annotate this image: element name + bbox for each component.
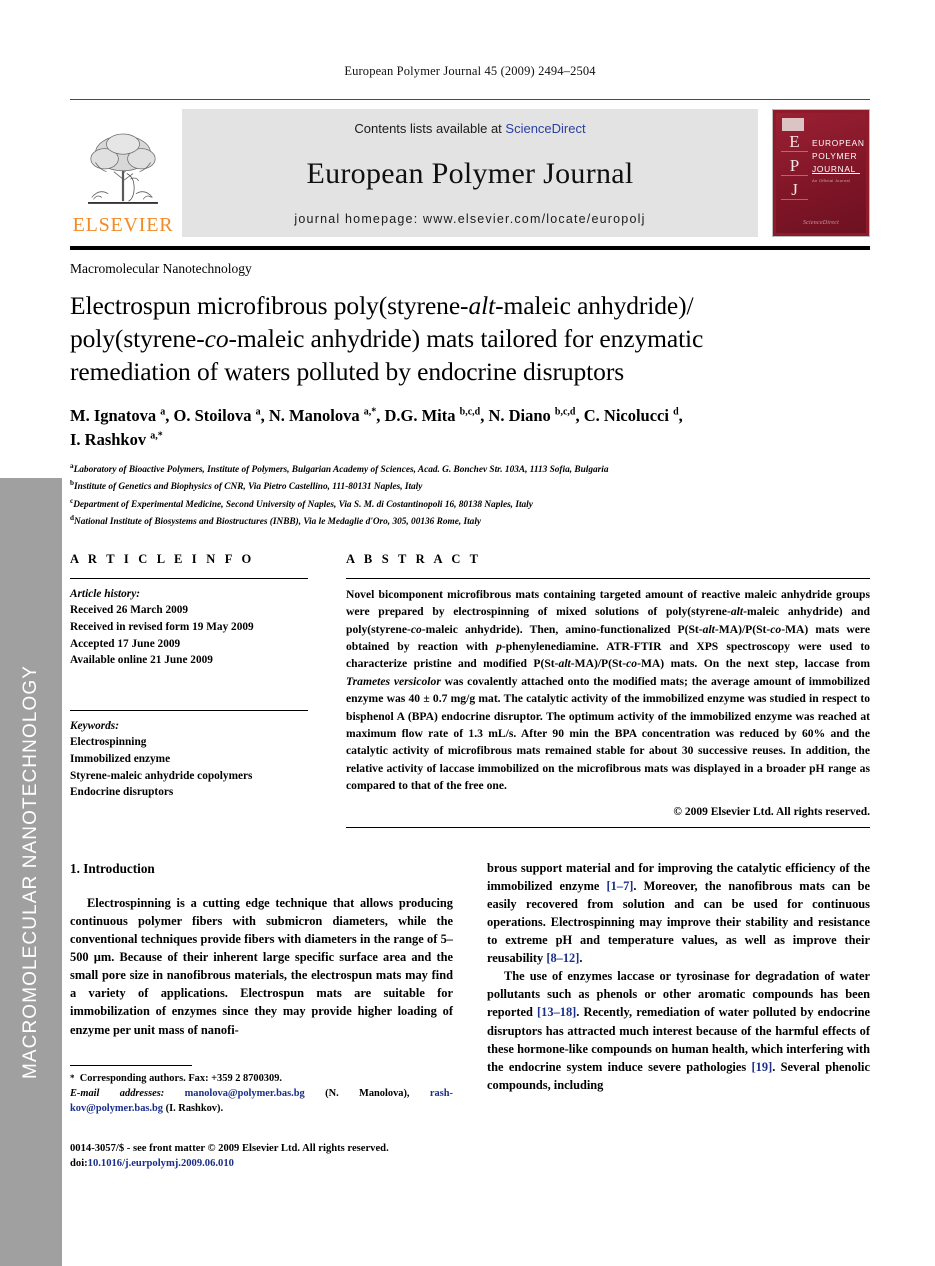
author-line-1: M. Ignatova a, O. Stoilova a, N. Manolov… (70, 406, 683, 426)
article-history: Article history: Received 26 March 2009 … (70, 586, 308, 669)
abstract-rule-bottom (346, 826, 870, 828)
affiliation-a: aLaboratory of Bioactive Polymers, Insti… (70, 461, 870, 478)
elsevier-tree-icon (88, 133, 158, 204)
affiliation-list: aLaboratory of Bioactive Polymers, Insti… (70, 461, 870, 530)
affiliation-c: cDepartment of Experimental Medicine, Se… (70, 496, 870, 513)
abstract-body: Novel bicomponent microfibrous mats cont… (346, 587, 870, 793)
keywords-label: Keywords: (70, 719, 119, 732)
keyword-item: Electrospinning (70, 736, 147, 749)
title-seg-2b: -maleic anhydride) mats tailored for enz… (228, 324, 704, 354)
article-title: Electrospun microfibrous poly(styrene-al… (70, 289, 870, 388)
running-head: European Polymer Journal 45 (2009) 2494–… (344, 64, 596, 78)
journal-banner: Contents lists available at ScienceDirec… (182, 109, 758, 237)
cover-epj-letters: E P J (781, 133, 808, 200)
affiliation-text-a: Laboratory of Bioactive Polymers, Instit… (73, 465, 609, 476)
title-line-3: remediation of waters polluted by endocr… (70, 357, 625, 387)
footnote-rule (70, 1064, 192, 1066)
introduction-heading: 1. Introduction (70, 860, 155, 876)
introduction-paragraph-left: Electrospinning is a cutting edge techni… (70, 895, 453, 1037)
contents-prefix: Contents lists available at (354, 121, 506, 136)
cover-inner: E P J EUROPEAN POLYMER JOURNAL An Offici… (776, 113, 866, 233)
article-info-rule-top (70, 577, 308, 579)
title-line-2: poly(styrene-co-maleic anhydride) mats t… (70, 324, 703, 353)
keyword-item: Endocrine disruptors (70, 786, 174, 799)
affiliation-text-b: Institute of Genetics and Biophysics of … (74, 482, 423, 493)
abstract-column: A B S T R A C T Novel bicomponent microf… (330, 552, 870, 828)
history-item: Received in revised form 19 May 2009 (70, 621, 254, 634)
contents-available-line: Contents lists available at ScienceDirec… (354, 121, 585, 136)
cover-title: EUROPEAN POLYMER JOURNAL (812, 137, 865, 176)
cover-letter-e: E (781, 133, 808, 152)
cover-title-line-1: EUROPEAN (812, 138, 865, 148)
affiliation-d: dNational Institute of Biosystems and Bi… (70, 513, 870, 530)
title-seg-1a: Electrospun microfibrous poly(styrene- (70, 291, 469, 320)
article-info-column: A R T I C L E I N F O Article history: R… (70, 552, 330, 828)
abstract-heading: A B S T R A C T (346, 551, 482, 566)
journal-homepage[interactable]: journal homepage: www.elsevier.com/locat… (294, 212, 645, 226)
keyword-item: Immobilized enzyme (70, 752, 171, 765)
history-item: Received 26 March 2009 (70, 604, 189, 617)
info-abstract-block: A R T I C L E I N F O Article history: R… (70, 552, 870, 828)
keywords-block: Keywords: Electrospinning Immobilized en… (70, 718, 308, 801)
cover-title-line-2: POLYMER (812, 151, 858, 162)
corresponding-author-note: * Corresponding authors. Fax: +359 2 870… (70, 1072, 282, 1084)
title-line-1: Electrospun microfibrous poly(styrene-al… (70, 291, 694, 320)
cover-subtitle: An Official Journal (812, 178, 851, 183)
section-label: Macromolecular Nanotechnology (70, 261, 252, 276)
cover-footer: ScienceDirect (802, 220, 840, 226)
body-column-left: 1. Introduction Electrospinning is a cut… (70, 859, 453, 1172)
macromolecular-nanotechnology-label: MACROMOLECULAR NANOTECHNOLOGY (20, 664, 41, 1080)
doi-line[interactable]: doi:10.1016/j.eurpolymj.2009.06.010 (70, 1156, 453, 1171)
article-history-label: Article history: (70, 587, 140, 600)
title-seg-2i: co (204, 324, 229, 354)
title-seg-2a: poly(styrene- (70, 324, 205, 354)
elsevier-logo: ELSEVIER (70, 109, 176, 237)
article-info-heading: A R T I C L E I N F O (70, 551, 255, 566)
body-column-right: brous support material and for improving… (487, 859, 870, 1172)
issn-block: 0014-3057/$ - see front matter © 2009 El… (70, 1141, 453, 1172)
title-seg-1b: -maleic anhydride)/ (495, 291, 694, 320)
journal-cover-thumbnail: E P J EUROPEAN POLYMER JOURNAL An Offici… (772, 109, 870, 237)
keyword-item: Styrene-maleic anhydride copolymers (70, 769, 253, 782)
cover-letter-p: P (781, 156, 808, 176)
cover-divider (812, 173, 860, 175)
affiliation-text-c: Department of Experimental Medicine, Sec… (73, 499, 533, 510)
abstract-rule-top (346, 577, 870, 579)
introduction-paragraph-right-1: brous support material and for improving… (487, 860, 870, 966)
author-list: M. Ignatova a, O. Stoilova a, N. Manolov… (70, 404, 870, 451)
history-item: Accepted 17 June 2009 (70, 637, 181, 650)
email-addresses-note: E-mail addresses: manolova@polymer.bas.b… (70, 1087, 453, 1114)
affiliation-text-d: National Institute of Biosystems and Bio… (74, 516, 482, 527)
body-columns: 1. Introduction Electrospinning is a cut… (70, 859, 870, 1172)
cover-letter-j: J (781, 180, 808, 200)
keywords-rule (70, 709, 308, 711)
history-item: Available online 21 June 2009 (70, 654, 213, 667)
page-content: European Polymer Journal 45 (2009) 2494–… (70, 0, 870, 1266)
sciencedirect-link[interactable]: ScienceDirect (505, 121, 585, 136)
affiliation-b: bInstitute of Genetics and Biophysics of… (70, 478, 870, 495)
title-seg-1i: alt (468, 291, 496, 320)
introduction-paragraph-right-2: The use of enzymes laccase or tyrosinase… (487, 969, 870, 1092)
cover-publisher-badge (782, 118, 804, 131)
masthead-bottom-rule (70, 246, 870, 250)
journal-masthead: ELSEVIER Contents lists available at Sci… (70, 99, 870, 237)
author-line-2: I. Rashkov a,* (70, 429, 163, 449)
journal-title: European Polymer Journal (306, 157, 634, 190)
macromolecular-nanotechnology-band: MACROMOLECULAR NANOTECHNOLOGY (0, 478, 62, 1266)
abstract-copyright: © 2009 Elsevier Ltd. All rights reserved… (673, 805, 870, 818)
issn-line: 0014-3057/$ - see front matter © 2009 El… (70, 1142, 389, 1154)
elsevier-wordmark: ELSEVIER (72, 214, 174, 236)
